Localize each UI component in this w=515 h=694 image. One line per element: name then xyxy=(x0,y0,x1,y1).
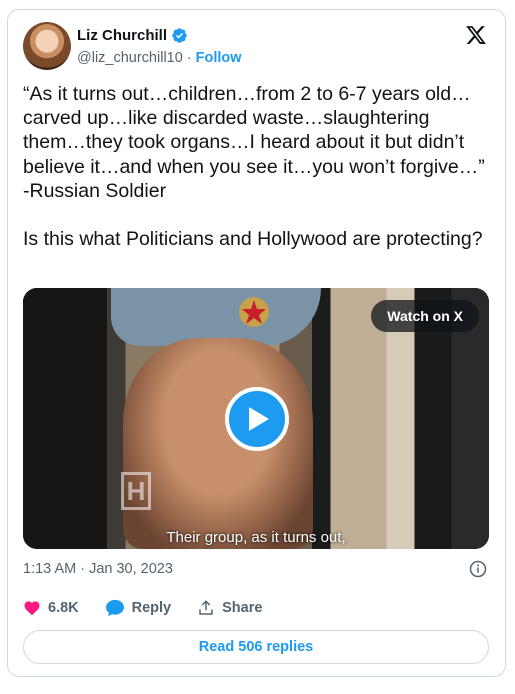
play-icon xyxy=(249,407,269,431)
video-player[interactable]: H Their group, as it turns out, Watch on… xyxy=(23,288,489,549)
verified-badge-icon xyxy=(172,28,187,43)
beret-badge-icon xyxy=(239,297,269,327)
video-subtitle: Their group, as it turns out, xyxy=(166,529,346,546)
avatar[interactable] xyxy=(23,22,71,70)
heart-icon xyxy=(24,601,40,616)
play-button[interactable] xyxy=(225,387,289,451)
tweet-text: “As it turns out…children…from 2 to 6-7 … xyxy=(23,83,485,251)
reply-button[interactable]: Reply xyxy=(105,599,172,617)
share-label: Share xyxy=(222,600,263,616)
handle-row: @liz_churchill10 · Follow xyxy=(77,50,242,66)
like-button[interactable]: 6.8K xyxy=(23,599,79,617)
video-face xyxy=(123,338,313,549)
reply-bubble-icon xyxy=(105,599,124,617)
tweet-timestamp[interactable]: 1:13 AM · Jan 30, 2023 xyxy=(23,561,173,577)
separator-dot: · xyxy=(186,50,192,66)
watch-on-x-button[interactable]: Watch on X xyxy=(371,300,479,332)
author-name[interactable]: Liz Churchill xyxy=(77,27,167,44)
share-button[interactable]: Share xyxy=(197,599,262,617)
action-bar: 6.8K Reply Share xyxy=(23,599,288,617)
read-replies-button[interactable]: Read 506 replies xyxy=(23,630,489,664)
tweet-card: Liz Churchill @liz_churchill10 · Follow … xyxy=(7,9,506,677)
channel-watermark: H xyxy=(121,472,151,510)
x-logo-icon[interactable] xyxy=(465,24,487,46)
follow-button[interactable]: Follow xyxy=(196,50,242,66)
like-count: 6.8K xyxy=(48,600,79,616)
author-handle[interactable]: @liz_churchill10 xyxy=(77,50,183,66)
info-icon[interactable] xyxy=(469,560,487,578)
reply-label: Reply xyxy=(131,600,172,616)
author-name-row: Liz Churchill xyxy=(77,27,188,44)
share-icon xyxy=(199,600,213,615)
